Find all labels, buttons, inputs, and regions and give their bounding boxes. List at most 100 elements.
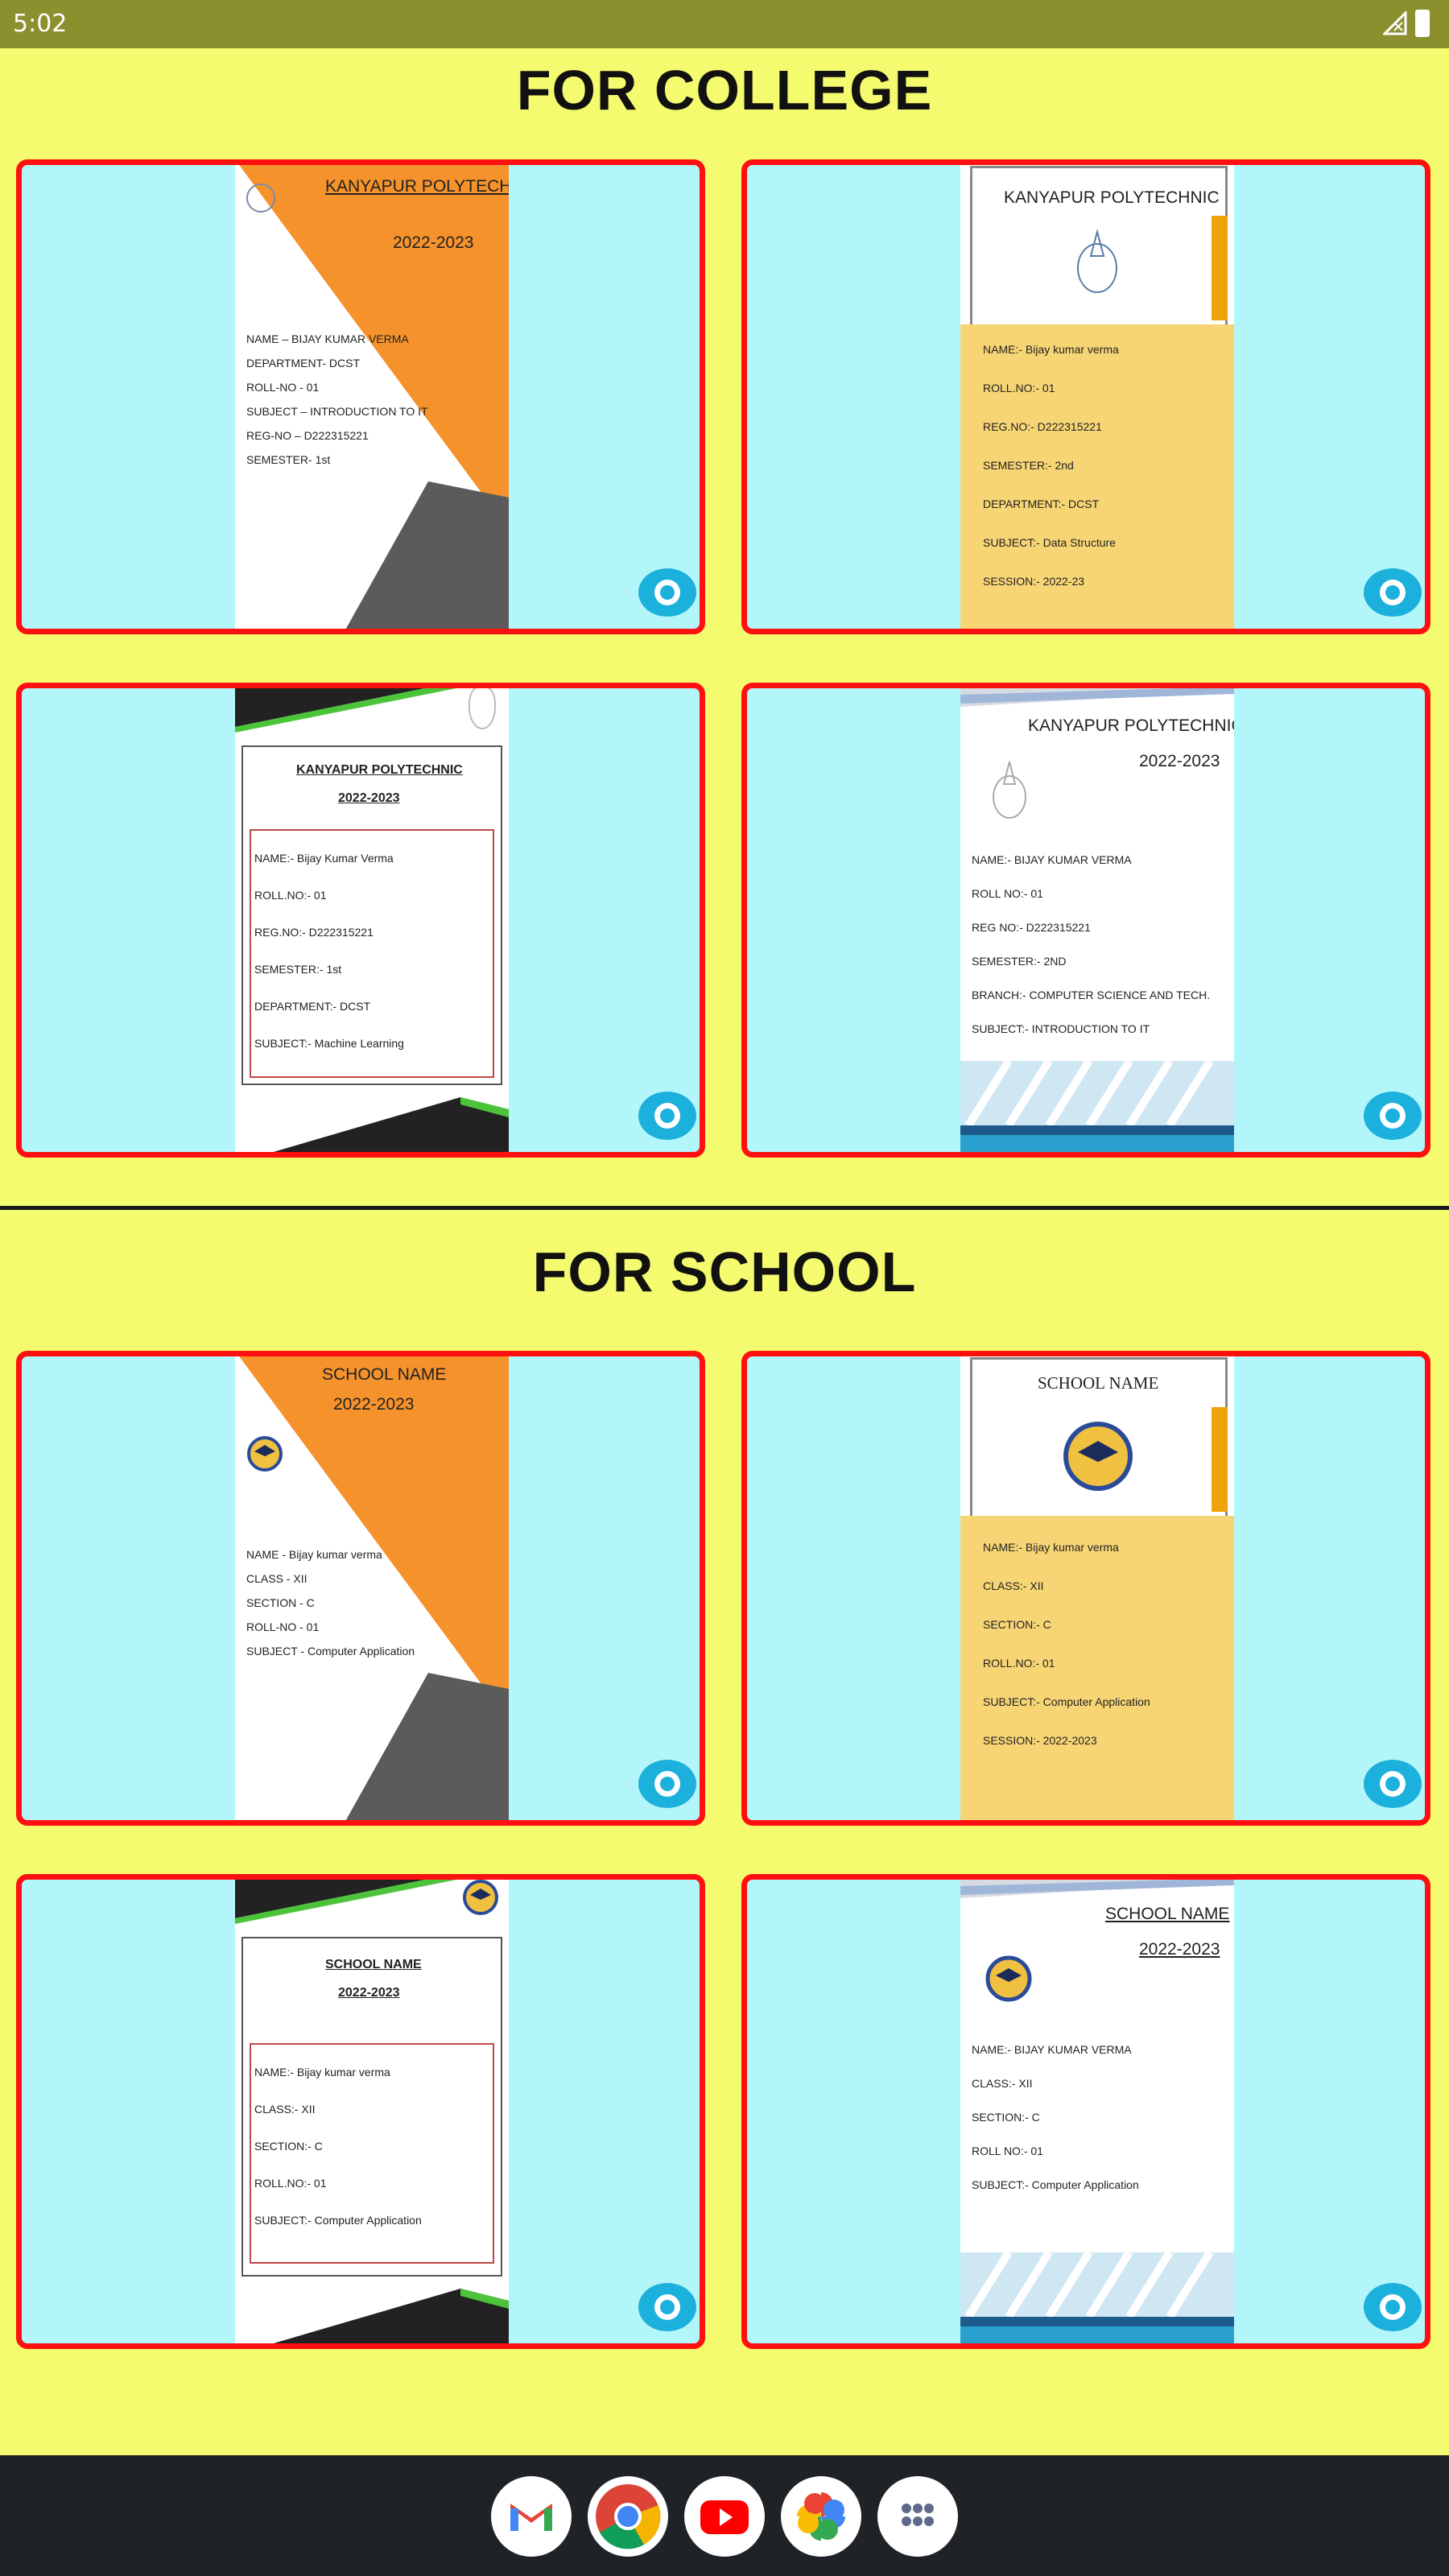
status-time: 5:02 xyxy=(13,10,68,38)
template-line: SEMESTER- 1st xyxy=(246,453,331,466)
template-line: NAME:- BIJAY KUMAR VERMA xyxy=(972,2043,1132,2056)
app-drawer-icon[interactable] xyxy=(877,2476,958,2557)
preview-eye-button[interactable] xyxy=(637,1759,698,1809)
template-line: REG.NO:- D222315221 xyxy=(254,926,374,939)
template-line: CLASS - XII xyxy=(246,1572,308,1585)
template-line: NAME - Bijay kumar verma xyxy=(246,1548,382,1561)
template-line: SUBJECT:- Machine Learning xyxy=(254,1037,404,1050)
template-line: NAME – BIJAY KUMAR VERMA xyxy=(246,332,409,345)
template-line: SESSION:- 2022-2023 xyxy=(983,1734,1097,1747)
preview-eye-button[interactable] xyxy=(637,2282,698,2332)
app-dock xyxy=(0,2455,1449,2576)
template-preview: SCHOOL NAME NAME:- Bijay kumar verma CLA… xyxy=(960,1356,1234,1820)
template-header: SCHOOL NAME xyxy=(1038,1373,1159,1393)
template-line: ROLL.NO:- 01 xyxy=(254,2177,327,2190)
section-divider xyxy=(0,1206,1449,1210)
template-line: SEMESTER:- 2ND xyxy=(972,955,1067,968)
template-line: CLASS:- XII xyxy=(972,2077,1033,2090)
template-preview: KANYAPUR POLYTECHNIC NAME:- Bijay kumar … xyxy=(960,165,1234,629)
template-line: NAME:- Bijay kumar verma xyxy=(983,1541,1119,1554)
preview-eye-button[interactable] xyxy=(637,568,698,617)
preview-eye-button[interactable] xyxy=(1362,568,1423,617)
template-header: KANYAPUR POLYTECHNIC xyxy=(1028,716,1234,735)
school-logo-icon xyxy=(985,1955,1032,2002)
template-line: ROLL-NO - 01 xyxy=(246,381,320,394)
school-template-card-2[interactable]: SCHOOL NAME NAME:- Bijay kumar verma CLA… xyxy=(741,1351,1430,1826)
template-line: CLASS:- XII xyxy=(983,1579,1044,1592)
template-line: NAME:- BIJAY KUMAR VERMA xyxy=(972,853,1132,866)
template-line: SUBJECT:- Computer Application xyxy=(972,2178,1139,2191)
template-line: SECTION:- C xyxy=(983,1618,1051,1631)
preview-eye-button[interactable] xyxy=(1362,1091,1423,1141)
template-preview: SCHOOL NAME 2022-2023 NAME:- Bijay kumar… xyxy=(235,1880,509,2343)
signal-icon xyxy=(1383,11,1407,35)
template-line: SUBJECT – INTRODUCTION TO IT xyxy=(246,405,428,418)
template-header: SCHOOL NAME xyxy=(322,1365,447,1384)
youtube-icon[interactable] xyxy=(684,2476,765,2557)
school-template-card-4[interactable]: SCHOOL NAME 2022-2023 NAME:- BIJAY KUMAR… xyxy=(741,1874,1430,2349)
template-line: SUBJECT:- Computer Application xyxy=(254,2214,422,2227)
template-preview: KANYAPUR POLYTECHNIC 2022-2023 NAME:- Bi… xyxy=(235,688,509,1152)
emblem-icon xyxy=(469,688,496,729)
template-line: NAME:- Bijay kumar verma xyxy=(983,343,1119,356)
school-template-card-3[interactable]: SCHOOL NAME 2022-2023 NAME:- Bijay kumar… xyxy=(16,1874,705,2349)
template-line: ROLL-NO - 01 xyxy=(246,1620,320,1633)
preview-eye-button[interactable] xyxy=(1362,2282,1423,2332)
template-line: SEMESTER:- 1st xyxy=(254,963,342,976)
template-line: SUBJECT:- INTRODUCTION TO IT xyxy=(972,1022,1150,1035)
template-line: ROLL.NO:- 01 xyxy=(254,889,327,902)
college-template-card-2[interactable]: KANYAPUR POLYTECHNIC NAME:- Bijay kumar … xyxy=(741,159,1430,634)
template-line: SECTION:- C xyxy=(972,2111,1040,2124)
template-preview: KANYAPUR POLYTECHNIC 2022-2023 NAME:- BI… xyxy=(960,688,1234,1152)
preview-eye-button[interactable] xyxy=(1362,1759,1423,1809)
emblem-icon xyxy=(993,761,1026,819)
gmail-icon[interactable] xyxy=(491,2476,572,2557)
college-template-card-4[interactable]: KANYAPUR POLYTECHNIC 2022-2023 NAME:- BI… xyxy=(741,683,1430,1158)
template-line: NAME:- Bijay Kumar Verma xyxy=(254,852,394,865)
template-header: SCHOOL NAME xyxy=(1105,1905,1230,1923)
template-session: 2022-2023 xyxy=(393,233,474,252)
template-line: SESSION:- 2022-23 xyxy=(983,575,1085,588)
battery-icon xyxy=(1415,10,1430,37)
template-preview: KANYAPUR POLYTECHNIC 2022-2023 NAME – BI… xyxy=(235,165,509,629)
template-header: KANYAPUR POLYTECHNIC xyxy=(325,177,509,196)
template-header: SCHOOL NAME xyxy=(325,1958,422,1971)
template-preview: SCHOOL NAME 2022-2023 NAME - Bijay kumar… xyxy=(235,1356,509,1820)
template-line: ROLL NO:- 01 xyxy=(972,887,1043,900)
college-section-title: FOR COLLEGE xyxy=(516,59,933,122)
school-logo-icon xyxy=(1063,1422,1133,1491)
school-logo-icon xyxy=(463,1880,498,1915)
template-line: REG.NO:- D222315221 xyxy=(983,420,1102,433)
template-line: BRANCH:- COMPUTER SCIENCE AND TECH. xyxy=(972,989,1211,1001)
template-line: SECTION - C xyxy=(246,1596,315,1609)
template-preview: SCHOOL NAME 2022-2023 NAME:- BIJAY KUMAR… xyxy=(960,1880,1234,2343)
template-line: ROLL.NO:- 01 xyxy=(983,1657,1055,1670)
college-template-card-1[interactable]: KANYAPUR POLYTECHNIC 2022-2023 NAME – BI… xyxy=(16,159,705,634)
preview-eye-button[interactable] xyxy=(637,1091,698,1141)
template-session: 2022-2023 xyxy=(1139,752,1220,770)
status-bar: 5:02 xyxy=(0,0,1449,48)
school-template-card-1[interactable]: SCHOOL NAME 2022-2023 NAME - Bijay kumar… xyxy=(16,1351,705,1826)
school-logo-icon xyxy=(247,1436,283,1472)
template-line: REG NO:- D222315221 xyxy=(972,921,1091,934)
template-session: 2022-2023 xyxy=(338,1986,400,2000)
template-line: DEPARTMENT:- DCST xyxy=(254,1000,371,1013)
template-line: CLASS:- XII xyxy=(254,2103,316,2116)
chrome-icon[interactable] xyxy=(588,2476,668,2557)
template-line: DEPARTMENT:- DCST xyxy=(983,497,1100,510)
photos-icon[interactable] xyxy=(781,2476,861,2557)
template-line: DEPARTMENT- DCST xyxy=(246,357,361,369)
emblem-icon xyxy=(1077,229,1117,293)
template-line: NAME:- Bijay kumar verma xyxy=(254,2066,390,2079)
template-line: REG-NO – D222315221 xyxy=(246,429,369,442)
template-header: KANYAPUR POLYTECHNIC xyxy=(296,763,463,777)
template-line: SUBJECT:- Computer Application xyxy=(983,1695,1150,1708)
template-line: SUBJECT - Computer Application xyxy=(246,1645,415,1657)
template-line: SEMESTER:- 2nd xyxy=(983,459,1074,472)
school-section-title: FOR SCHOOL xyxy=(532,1241,917,1303)
template-session: 2022-2023 xyxy=(1139,1940,1220,1959)
template-header: KANYAPUR POLYTECHNIC xyxy=(1004,188,1220,207)
template-line: ROLL NO:- 01 xyxy=(972,2145,1043,2157)
logo-icon xyxy=(246,184,275,213)
college-template-card-3[interactable]: KANYAPUR POLYTECHNIC 2022-2023 NAME:- Bi… xyxy=(16,683,705,1158)
